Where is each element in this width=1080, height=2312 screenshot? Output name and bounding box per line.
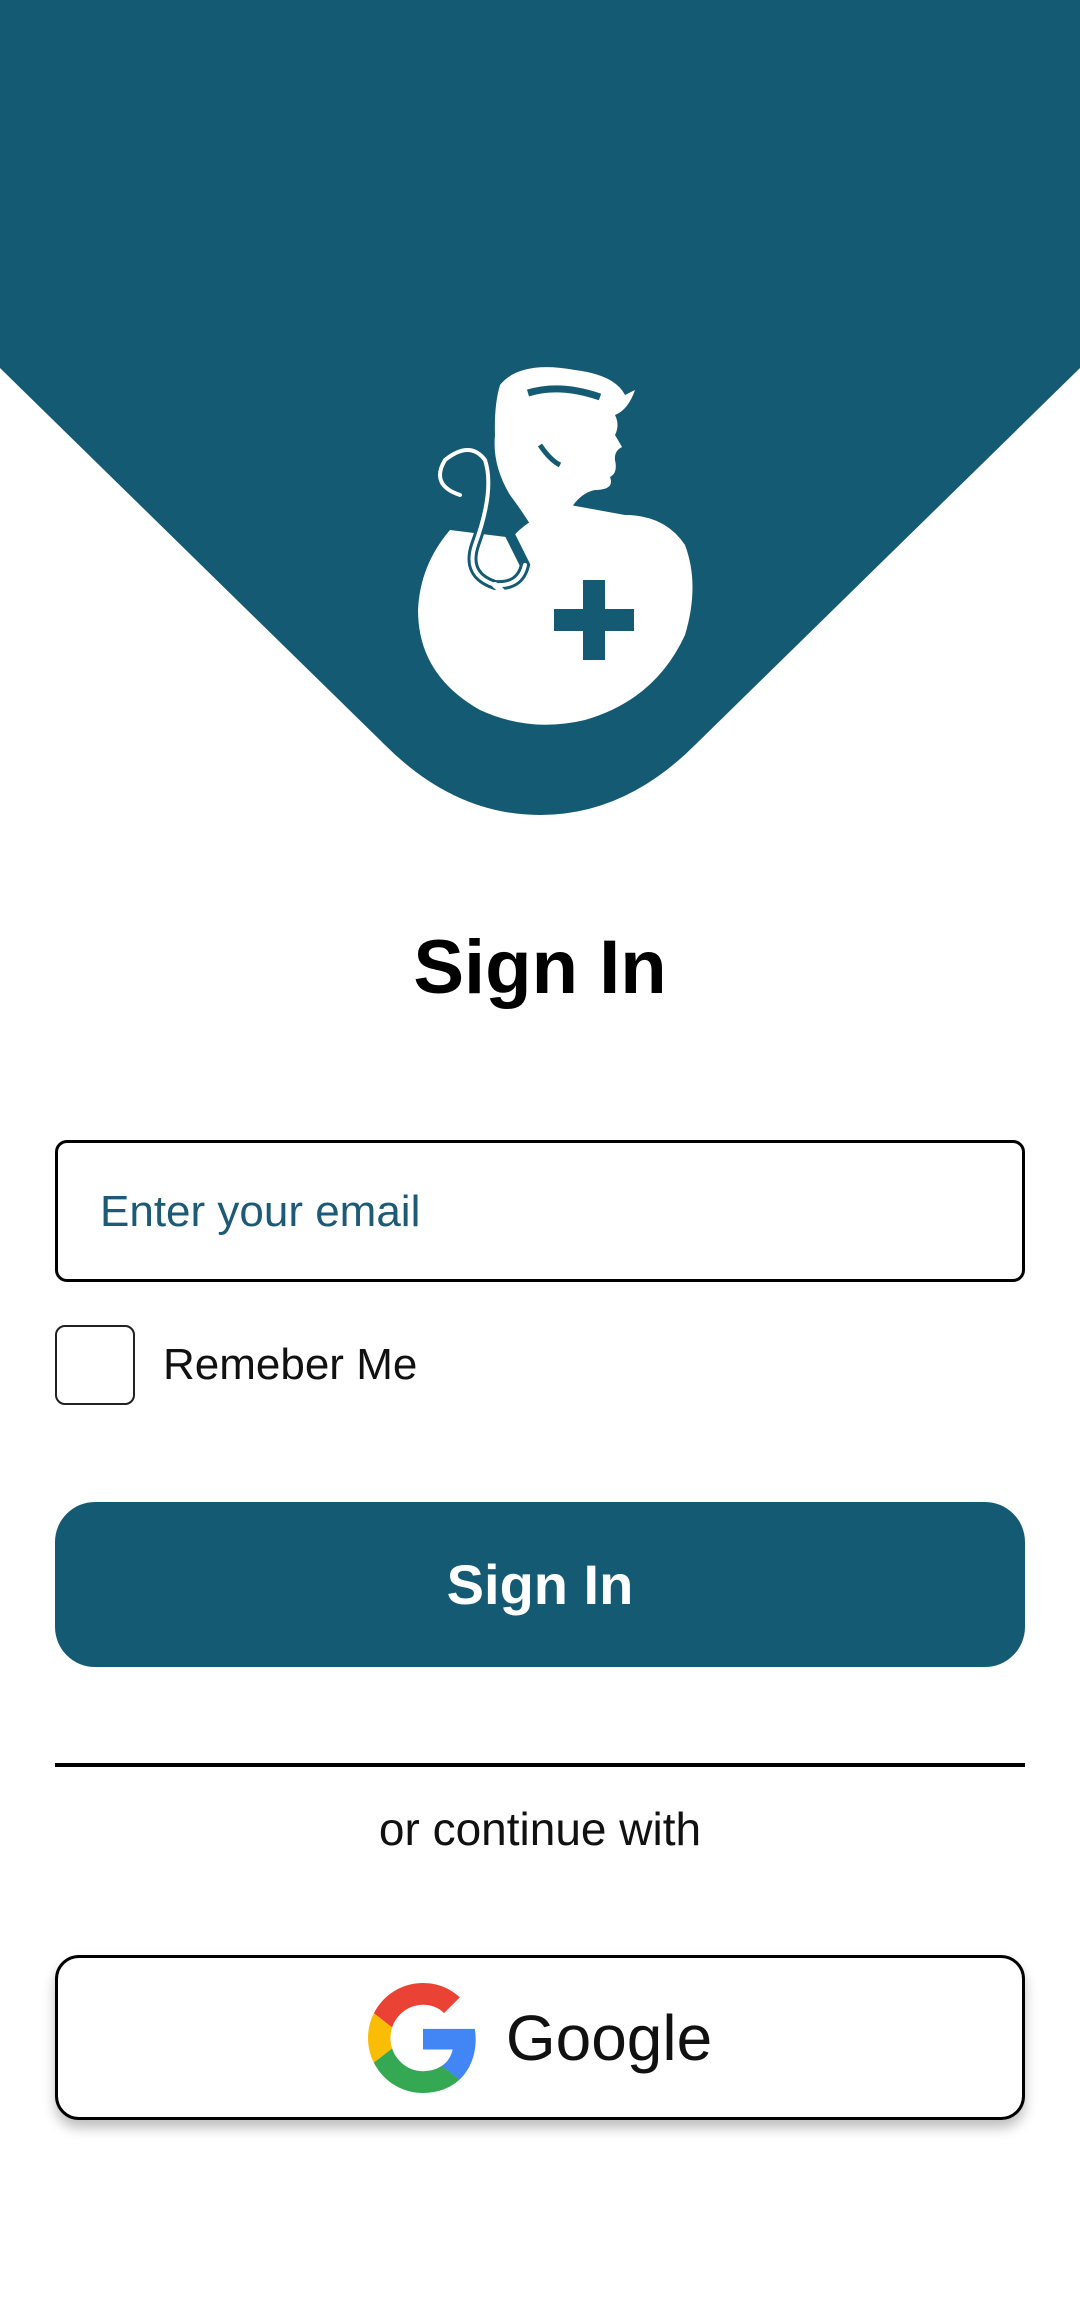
divider-line [55, 1763, 1025, 1767]
sign-in-button[interactable]: Sign In [55, 1502, 1025, 1667]
remember-me-checkbox[interactable] [55, 1325, 135, 1405]
google-sign-in-button[interactable]: Google [55, 1955, 1025, 2120]
doctor-logo-icon [418, 367, 693, 725]
remember-me-label: Remeber Me [163, 1340, 418, 1389]
google-g-icon [367, 1982, 476, 2093]
page-title: Sign In [413, 925, 667, 1010]
email-field[interactable] [55, 1140, 1025, 1282]
remember-me-row[interactable]: Remeber Me [55, 1323, 417, 1407]
email-input[interactable] [98, 1143, 982, 1281]
google-button-label: Google [505, 2001, 713, 2074]
continue-with-text: or continue with [378, 1803, 702, 1855]
